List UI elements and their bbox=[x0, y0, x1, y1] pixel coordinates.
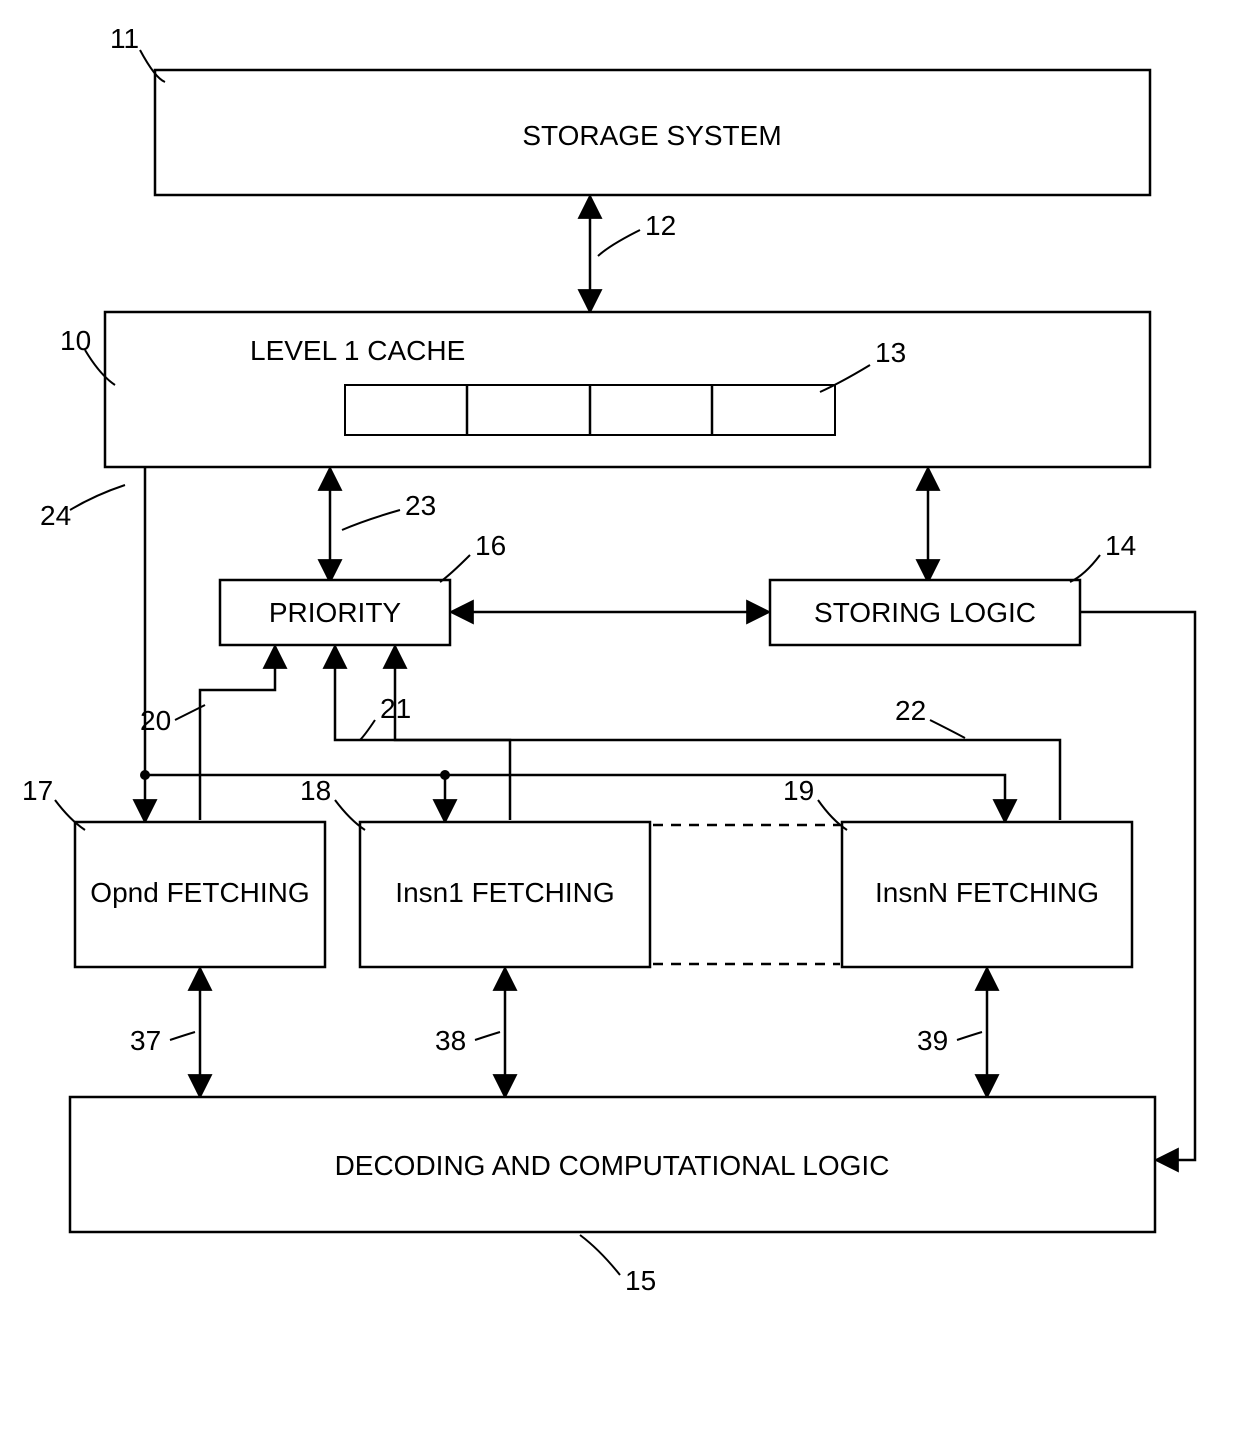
svg-text:LEVEL 1 CACHE: LEVEL 1 CACHE bbox=[250, 335, 465, 366]
svg-text:STORAGE SYSTEM: STORAGE SYSTEM bbox=[522, 120, 781, 151]
svg-text:39: 39 bbox=[917, 1025, 948, 1056]
connector-38: 38 bbox=[435, 970, 505, 1095]
svg-text:15: 15 bbox=[625, 1265, 656, 1296]
svg-text:12: 12 bbox=[645, 210, 676, 241]
svg-text:23: 23 bbox=[405, 490, 436, 521]
svg-text:17: 17 bbox=[22, 775, 53, 806]
block-priority: PRIORITY 16 bbox=[220, 530, 506, 645]
block-l1-cache: LEVEL 1 CACHE 10 13 bbox=[60, 312, 1150, 467]
connector-39: 39 bbox=[917, 970, 987, 1095]
svg-text:24: 24 bbox=[40, 500, 71, 531]
svg-text:16: 16 bbox=[475, 530, 506, 561]
svg-text:18: 18 bbox=[300, 775, 331, 806]
connector-23: 23 bbox=[330, 470, 436, 580]
block-diagram: STORAGE SYSTEM 11 12 LEVEL 1 CACHE 10 13 bbox=[0, 0, 1240, 1437]
block-storage-system: STORAGE SYSTEM 11 bbox=[110, 23, 1150, 195]
svg-text:13: 13 bbox=[875, 337, 906, 368]
block-decoding-logic: DECODING AND COMPUTATIONAL LOGIC 15 bbox=[70, 1097, 1155, 1296]
svg-text:14: 14 bbox=[1105, 530, 1136, 561]
svg-text:20: 20 bbox=[140, 705, 171, 736]
svg-text:PRIORITY: PRIORITY bbox=[269, 597, 402, 628]
svg-text:38: 38 bbox=[435, 1025, 466, 1056]
connector-21: 21 bbox=[335, 648, 510, 820]
connector-37: 37 bbox=[130, 970, 200, 1095]
connector-12: 12 bbox=[590, 198, 676, 310]
svg-text:10: 10 bbox=[60, 325, 91, 356]
connector-22: 22 bbox=[395, 648, 1060, 820]
block-opnd-fetching: Opnd FETCHING 17 bbox=[22, 775, 325, 967]
block-insnn-fetching: InsnN FETCHING 19 bbox=[783, 775, 1132, 967]
svg-text:19: 19 bbox=[783, 775, 814, 806]
svg-text:STORING LOGIC: STORING LOGIC bbox=[814, 597, 1036, 628]
svg-text:DECODING AND COMPUTATIONAL LOG: DECODING AND COMPUTATIONAL LOGIC bbox=[335, 1150, 890, 1181]
connector-20: 20 bbox=[140, 648, 275, 820]
svg-text:11: 11 bbox=[110, 23, 139, 54]
svg-text:22: 22 bbox=[895, 695, 926, 726]
block-insn1-fetching: Insn1 FETCHING 18 bbox=[300, 775, 650, 967]
svg-text:InsnN FETCHING: InsnN FETCHING bbox=[875, 877, 1099, 908]
block-storing-logic: STORING LOGIC 14 bbox=[770, 530, 1136, 645]
svg-text:Insn1 FETCHING: Insn1 FETCHING bbox=[395, 877, 614, 908]
svg-text:Opnd FETCHING: Opnd FETCHING bbox=[90, 877, 309, 908]
svg-text:37: 37 bbox=[130, 1025, 161, 1056]
